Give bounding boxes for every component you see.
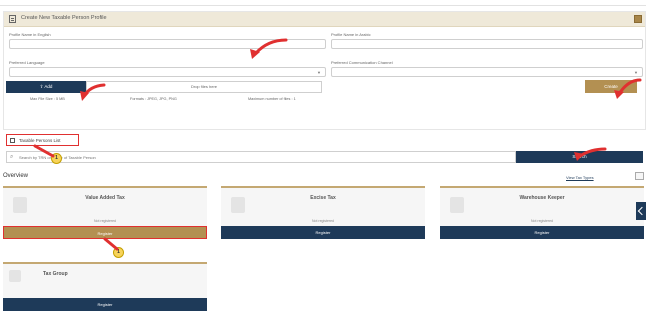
panel-title: Create New Taxable Person Profile <box>21 15 107 21</box>
view-tax-types-link[interactable]: View Tax Types <box>566 175 594 180</box>
tax-card-vat: Value Added Tax Not registered Register <box>3 186 207 239</box>
side-panel-tab[interactable] <box>636 202 646 220</box>
max-size-hint: Max File Size : 5 MB <box>30 97 65 101</box>
collapse-toggle-icon[interactable] <box>634 15 642 23</box>
step-badge: 1 <box>113 247 124 258</box>
tax-card-excise: Excise Tax Not registered Register <box>221 186 425 239</box>
search-input[interactable] <box>19 153 319 162</box>
tax-card-warehouse: Warehouse Keeper Not registered Register <box>440 186 644 239</box>
card-title: Value Added Tax <box>85 195 125 201</box>
create-profile-panel: Create New Taxable Person Profile Profil… <box>3 11 646 130</box>
max-files-hint: Maximum number of files : 1 <box>248 97 296 101</box>
top-divider <box>0 5 646 6</box>
search-button[interactable]: Search <box>516 151 643 163</box>
card-status: Not registered <box>94 219 116 223</box>
register-button[interactable]: Register <box>3 226 207 239</box>
overview-heading: Overview <box>3 173 29 179</box>
tax-type-icon <box>9 270 21 282</box>
card-title: Warehouse Keeper <box>519 195 565 201</box>
register-button[interactable]: Register <box>3 298 207 311</box>
card-status: Not registered <box>531 219 553 223</box>
card-status: Not registered <box>312 219 334 223</box>
name-arabic-input[interactable] <box>331 39 643 49</box>
grid-view-icon[interactable] <box>635 172 644 180</box>
file-drop-zone[interactable]: Drop files here <box>86 81 322 93</box>
language-label: Preferred Language <box>9 60 45 65</box>
add-file-button[interactable]: ⇧ Add <box>6 81 86 93</box>
search-box[interactable]: ⌕ <box>6 151 516 163</box>
channel-select[interactable]: ▼ <box>331 67 643 77</box>
chevron-down-icon: ▼ <box>634 70 638 75</box>
chevron-down-icon: ▼ <box>317 70 321 75</box>
create-button[interactable]: Create <box>585 80 637 93</box>
register-button[interactable]: Register <box>221 226 425 239</box>
step-badge: 1 <box>51 153 62 164</box>
language-select[interactable]: ▼ <box>9 67 326 77</box>
list-toggle-label: Taxable Persons List <box>19 137 61 143</box>
register-button[interactable]: Register <box>440 226 644 239</box>
formats-hint: Formats : JPEG, JPG, PNG <box>130 97 177 101</box>
search-icon: ⌕ <box>10 154 14 160</box>
card-title: Excise Tax <box>310 195 336 201</box>
name-arabic-label: Profile Name in Arabic <box>331 32 371 37</box>
list-icon <box>10 138 15 143</box>
panel-header[interactable]: Create New Taxable Person Profile <box>4 12 645 27</box>
document-icon <box>9 15 16 23</box>
name-english-input[interactable] <box>9 39 326 49</box>
name-english-label: Profile Name in English <box>9 32 51 37</box>
card-title: Tax Group <box>43 271 68 277</box>
taxable-persons-list-toggle[interactable]: Taxable Persons List <box>6 134 79 146</box>
tax-card-group: Tax Group Register <box>3 262 207 311</box>
channel-label: Preferred Communication Channel <box>331 60 393 65</box>
